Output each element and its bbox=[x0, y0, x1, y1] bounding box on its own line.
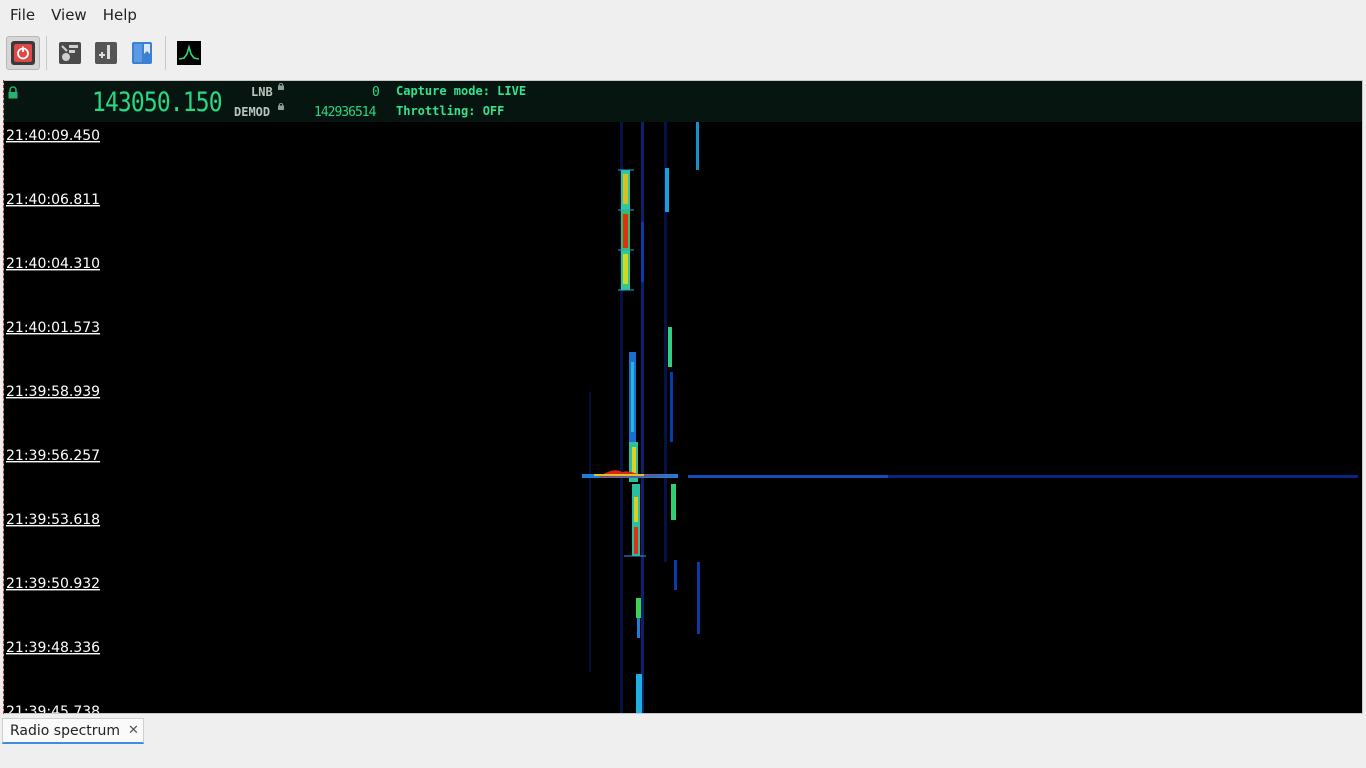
throttling-status: Throttling: OFF bbox=[396, 104, 505, 118]
frequency-display: 143050.150 LNB 0 DEMOD 142936514 Capture… bbox=[4, 81, 1362, 122]
timestamp-label: 21:39:56.257 bbox=[6, 448, 100, 464]
timestamp-label: 21:39:53.618 bbox=[6, 512, 100, 528]
waterfall-plot[interactable]: 21:40:09.450 21:40:06.811 21:40:04.310 2… bbox=[4, 122, 1363, 714]
timestamp-label: 21:40:01.573 bbox=[6, 320, 100, 336]
settings-icon bbox=[59, 42, 81, 64]
timestamp-label: 21:39:50.932 bbox=[6, 576, 100, 592]
timestamp-label: 21:40:04.310 bbox=[6, 256, 100, 272]
toolbar-separator bbox=[165, 36, 166, 70]
timestamp-label: 21:39:58.939 bbox=[6, 384, 100, 400]
bookmark-icon bbox=[132, 42, 152, 64]
lnb-label: LNB bbox=[251, 85, 273, 99]
spectrum-icon bbox=[177, 41, 201, 65]
close-icon[interactable]: ✕ bbox=[128, 723, 139, 738]
spectrum-button[interactable] bbox=[172, 36, 206, 70]
timestamp-label: 21:40:09.450 bbox=[6, 128, 100, 144]
demod-label: DEMOD bbox=[234, 105, 271, 119]
timestamp-label: 21:40:06.811 bbox=[6, 192, 100, 208]
menu-help[interactable]: Help bbox=[95, 0, 145, 30]
menu-bar: File View Help bbox=[0, 0, 1366, 30]
main-frequency[interactable]: 143050.150 bbox=[92, 87, 223, 118]
add-marker-icon bbox=[95, 42, 117, 64]
lnb-lock-icon[interactable] bbox=[278, 83, 284, 90]
capture-mode-status: Capture mode: LIVE bbox=[396, 84, 527, 98]
bookmark-button[interactable] bbox=[125, 36, 159, 70]
tab-label: Radio spectrum bbox=[10, 722, 121, 739]
demod-lock-icon[interactable] bbox=[278, 103, 284, 110]
power-button[interactable] bbox=[6, 36, 40, 70]
settings-button[interactable] bbox=[53, 36, 87, 70]
menu-view[interactable]: View bbox=[43, 0, 95, 30]
toolbar bbox=[0, 32, 1366, 74]
spectrum-panel[interactable]: 143050.150 LNB 0 DEMOD 142936514 Capture… bbox=[3, 80, 1363, 714]
panel-focus-border bbox=[3, 80, 4, 714]
toolbar-separator bbox=[46, 36, 47, 70]
tab-radio-spectrum[interactable]: Radio spectrum ✕ bbox=[2, 718, 144, 744]
menu-file[interactable]: File bbox=[2, 0, 43, 30]
lnb-frequency[interactable]: 0 bbox=[372, 85, 380, 100]
tab-bar: Radio spectrum ✕ bbox=[0, 716, 1366, 746]
demod-frequency[interactable]: 142936514 bbox=[314, 105, 376, 120]
add-marker-button[interactable] bbox=[89, 36, 123, 70]
waterfall-background bbox=[4, 122, 1362, 713]
timestamp-label: 21:39:45.738 bbox=[6, 704, 100, 714]
power-icon bbox=[11, 41, 35, 65]
waterfall-display[interactable]: 21:40:09.450 21:40:06.811 21:40:04.310 2… bbox=[4, 122, 1363, 714]
lock-icon[interactable] bbox=[8, 86, 18, 99]
timestamp-label: 21:39:48.336 bbox=[6, 640, 100, 656]
